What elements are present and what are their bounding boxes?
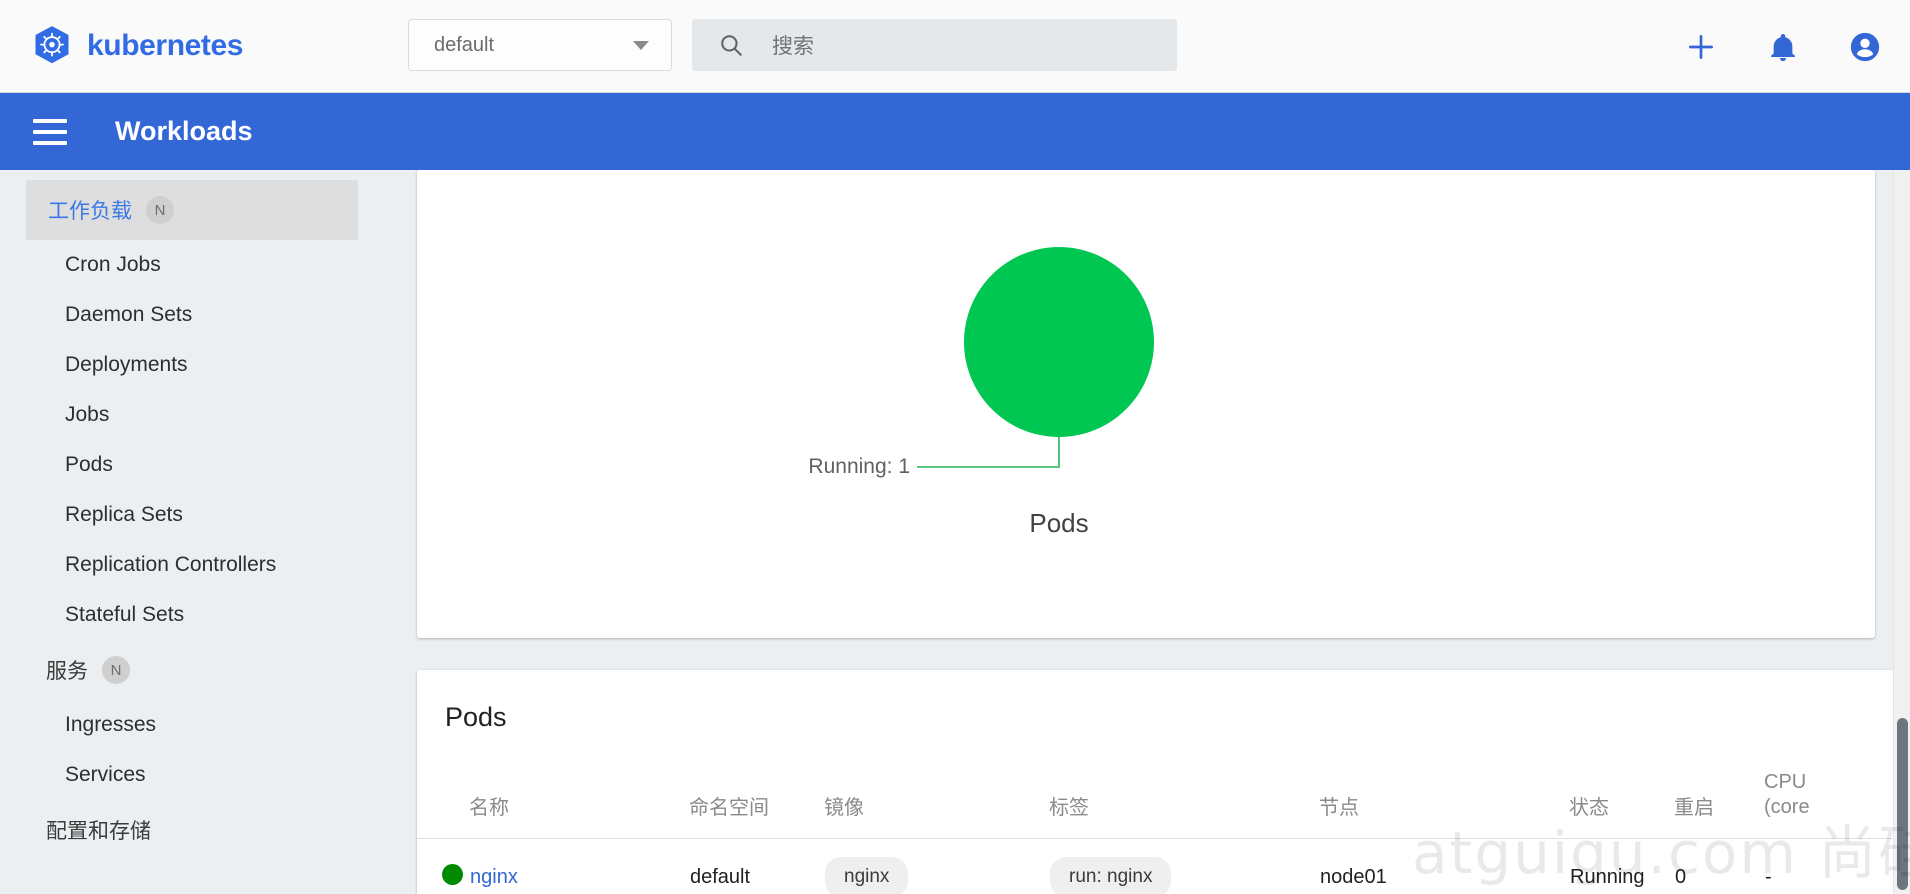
pods-pie-chart-svg: Running: 1 Pods [808, 247, 1154, 538]
status-dot-icon [442, 863, 463, 885]
account-circle-icon[interactable] [1848, 30, 1882, 64]
col-header-namespace[interactable]: 命名空间 [689, 770, 824, 839]
sidebar-group-services[interactable]: 服务 N [0, 640, 394, 700]
cell-node: node01 [1319, 838, 1569, 894]
sidebar-item-label: Replica Sets [65, 503, 183, 526]
pod-name-link[interactable]: nginx [470, 866, 518, 888]
pie-slice-running [964, 247, 1154, 437]
pie-leader-line [917, 437, 1060, 468]
page-title: Workloads [115, 116, 253, 146]
sidebar-group-workloads-label: 工作负载 [48, 200, 132, 223]
sidebar-item-label: Deployments [65, 353, 188, 376]
cell-name: nginx [469, 838, 689, 894]
image-chip: nginx [825, 857, 909, 894]
search-icon [721, 35, 742, 56]
sidebar-item-label: Daemon Sets [65, 303, 193, 326]
sidebar-item-pods[interactable]: Pods [0, 440, 394, 490]
sidebar-item-label: Pods [65, 453, 113, 476]
sidebar-item-label: Services [65, 763, 146, 786]
chevron-down-icon [633, 40, 649, 50]
cell-status-dot [417, 838, 469, 894]
brand-name: kubernetes [87, 29, 244, 62]
namespace-value: default [434, 33, 495, 56]
col-header-cpu[interactable]: CPU (core [1764, 770, 1904, 839]
sidebar-item-deployments[interactable]: Deployments [0, 340, 394, 390]
sidebar-item-replication-controllers[interactable]: Replication Controllers [0, 540, 394, 590]
pie-slice-label: Running: 1 [808, 455, 910, 478]
namespace-select[interactable]: default [408, 19, 672, 71]
sidebar-group-config-and-storage[interactable]: 配置和存储 [0, 800, 394, 860]
col-header-image[interactable]: 镜像 [824, 770, 1049, 839]
pods-table-card: Pods 名称 命名空间 镜像 标签 节点 状态 重启 CPU (core ng… [417, 670, 1904, 894]
pie-chart-title: Pods [1029, 508, 1088, 538]
sidebar-group-services-label: 服务 [46, 660, 88, 683]
sidebar-group-workloads[interactable]: 工作负载 N [26, 180, 358, 240]
sidebar-group-config-and-storage-label: 配置和存储 [46, 820, 151, 843]
topbar-actions [1684, 0, 1882, 93]
sidebar-item-label: Jobs [65, 403, 110, 426]
top-bar: kubernetes default 搜索 [0, 0, 1910, 93]
search-placeholder: 搜索 [772, 35, 814, 58]
sidebar-item-stateful-sets[interactable]: Stateful Sets [0, 590, 394, 640]
vertical-scrollbar[interactable] [1893, 170, 1910, 894]
sidebar-item-cron-jobs[interactable]: Cron Jobs [0, 240, 394, 290]
sidebar-item-services[interactable]: Services [0, 750, 394, 800]
sidebar-item-label: Stateful Sets [65, 603, 185, 626]
kubernetes-helm-icon [35, 26, 69, 64]
bell-icon[interactable] [1766, 30, 1800, 64]
sidebar-item-daemon-sets[interactable]: Daemon Sets [0, 290, 394, 340]
cell-restarts: 0 [1674, 838, 1764, 894]
cell-cpu: - [1764, 838, 1904, 894]
brand[interactable]: kubernetes [30, 24, 243, 68]
main-content: Running: 1 Pods Pods 名称 命名空间 镜像 标签 节点 状态 [394, 170, 1910, 894]
sidebar-item-label: Replication Controllers [65, 553, 277, 576]
cell-image: nginx [824, 838, 1049, 894]
hamburger-menu-icon[interactable] [33, 118, 67, 145]
vertical-scrollbar-thumb[interactable] [1897, 718, 1908, 890]
pods-status-chart-card: Running: 1 Pods [417, 170, 1875, 638]
col-header-name[interactable]: 名称 [469, 770, 689, 839]
page-header-bar: Workloads [0, 93, 1910, 170]
cell-status: Running [1569, 838, 1674, 894]
pods-table: 名称 命名空间 镜像 标签 节点 状态 重启 CPU (core nginx d… [417, 770, 1904, 894]
sidebar-item-label: Cron Jobs [65, 253, 161, 276]
table-header-row: 名称 命名空间 镜像 标签 节点 状态 重启 CPU (core [417, 770, 1904, 839]
pods-pie-chart[interactable]: Running: 1 Pods [417, 170, 1875, 638]
col-header-status [417, 770, 469, 839]
sidebar-group-workloads-badge: N [146, 196, 174, 224]
col-header-restarts[interactable]: 重启 [1674, 770, 1764, 839]
sidebar-item-ingresses[interactable]: Ingresses [0, 700, 394, 750]
sidebar-group-services-badge: N [102, 656, 130, 684]
col-header-labels[interactable]: 标签 [1049, 770, 1319, 839]
plus-icon[interactable] [1684, 30, 1718, 64]
sidebar-item-replica-sets[interactable]: Replica Sets [0, 490, 394, 540]
col-header-node[interactable]: 节点 [1319, 770, 1569, 839]
col-header-status-text[interactable]: 状态 [1569, 770, 1674, 839]
sidebar-item-jobs[interactable]: Jobs [0, 390, 394, 440]
search-input[interactable]: 搜索 [692, 19, 1177, 71]
sidebar-item-label: Ingresses [65, 713, 157, 736]
sidebar: 工作负载 N Cron Jobs Daemon Sets Deployments… [0, 170, 394, 894]
label-chip: run: nginx [1050, 857, 1172, 894]
table-row[interactable]: nginx default nginx run: nginx node01 Ru… [417, 838, 1904, 894]
pods-table-title: Pods [445, 702, 507, 732]
cell-labels: run: nginx [1049, 838, 1319, 894]
cell-namespace: default [689, 838, 824, 894]
